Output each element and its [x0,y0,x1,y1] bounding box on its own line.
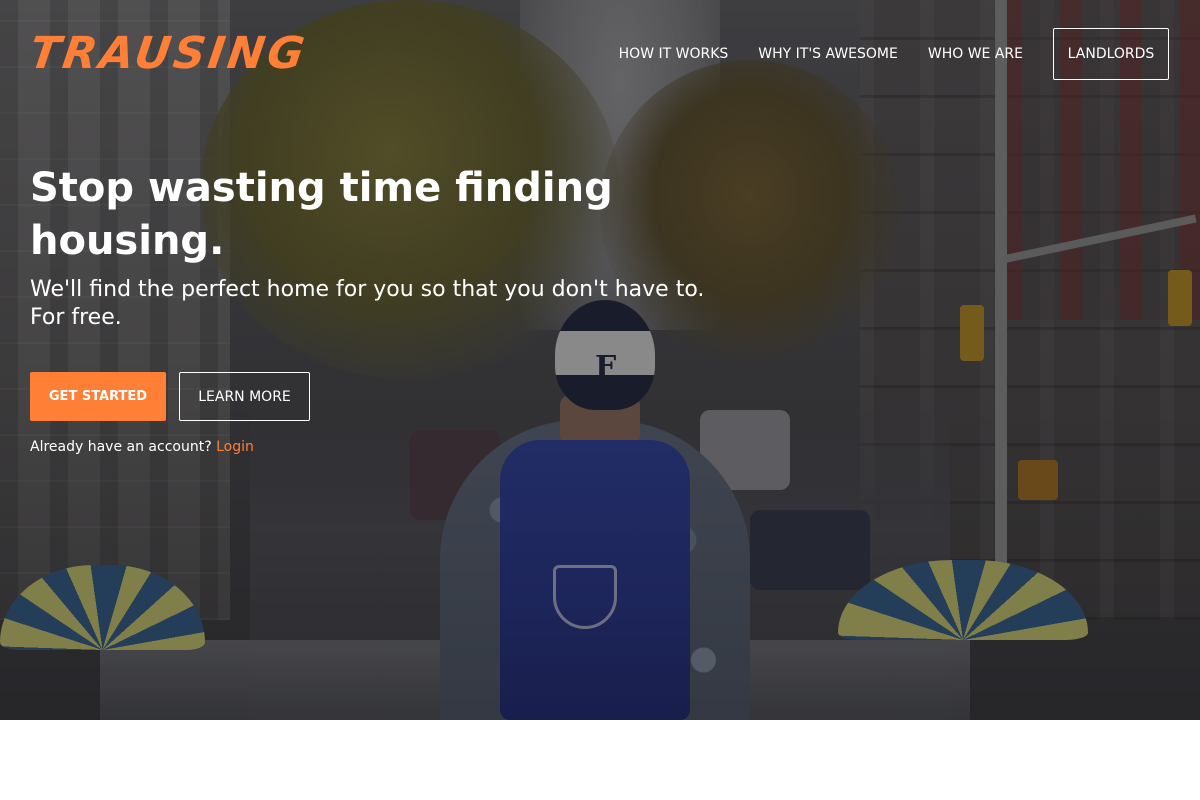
get-started-button[interactable]: GET STARTED [30,372,166,421]
login-link[interactable]: Login [216,439,254,455]
account-prompt-text: Already have an account? [30,439,212,455]
background-street [250,400,950,720]
nav-link-who-we-are[interactable]: WHO WE ARE [928,28,1023,80]
cap-letter: F [595,350,617,385]
brand-logo[interactable]: TRAUSING [26,28,310,79]
background-lamp-pole [995,0,1007,600]
background-umbrella [0,565,205,650]
traffic-signal [1018,460,1058,500]
background-car [750,510,870,590]
nav-link-why-its-awesome[interactable]: WHY IT'S AWESOME [758,28,898,80]
person-figure [440,420,750,720]
backpack-logo [553,565,617,629]
hero-subheadline-line: We'll find the perfect home for you so t… [30,277,705,302]
background-car [410,430,500,520]
hero-subheadline-line: For free. [30,305,122,330]
background-car [700,410,790,490]
backpack [500,440,690,720]
hero-section: F TRAUSING HOW IT WORKS WHY IT'S AWESOME… [0,0,1200,720]
hero-dark-overlay [0,0,1200,720]
landlords-button[interactable]: LANDLORDS [1053,28,1169,80]
background-market-stall [100,640,970,720]
learn-more-button[interactable]: LEARN MORE [179,372,310,421]
person-neck [560,395,640,445]
background-building-right [860,0,1200,620]
main-navigation: HOW IT WORKS WHY IT'S AWESOME WHO WE ARE… [619,28,1169,80]
hero-headline: Stop wasting time finding housing. [30,165,613,264]
account-prompt: Already have an account? Login [30,439,254,455]
traffic-signal [1168,270,1192,326]
nav-link-how-it-works[interactable]: HOW IT WORKS [619,28,729,80]
background-pole-arm [1004,214,1197,263]
background-umbrella [838,560,1088,640]
hero-subheadline: We'll find the perfect home for you so t… [30,276,710,332]
page-content-below-hero [0,720,1200,800]
traffic-signal [960,305,984,361]
